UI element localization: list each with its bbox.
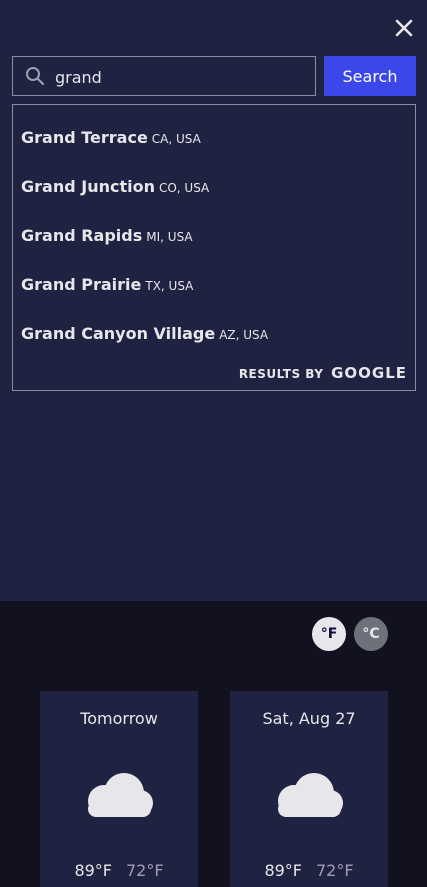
result-region: CA, USA xyxy=(151,132,201,146)
high-temp: 89°F xyxy=(74,861,112,880)
search-box xyxy=(12,56,316,96)
result-city: Grand Terrace xyxy=(21,128,148,147)
search-result-item[interactable]: Grand Prairie TX, USA xyxy=(21,272,193,298)
forecast-day: Tomorrow xyxy=(80,709,158,728)
result-region: MI, USA xyxy=(146,230,193,244)
forecast-card: Tomorrow 89°F 72°F xyxy=(40,691,198,887)
search-panel: Search Grand TerraceCA, USA Grand Juncti… xyxy=(0,0,427,601)
result-region: AZ, USA xyxy=(219,328,269,342)
forecast-temps: 89°F 72°F xyxy=(40,861,198,880)
result-city: Grand Junction xyxy=(21,177,155,196)
high-temp: 89°F xyxy=(264,861,302,880)
cloud-icon xyxy=(278,773,343,817)
search-result-item[interactable]: Grand Rapids MI, USA xyxy=(21,223,193,249)
search-button[interactable]: Search xyxy=(324,56,416,96)
low-temp: 72°F xyxy=(126,861,164,880)
search-results-dropdown: Grand Terrace CA, USA Grand Junction CO, U… xyxy=(12,104,416,391)
result-city: Grand Prairie xyxy=(21,275,142,294)
search-row: Search xyxy=(12,56,416,96)
result-city: Grand Canyon Village xyxy=(21,324,216,343)
google-attribution: RESULTS BY GOOGLE xyxy=(239,363,407,382)
search-input[interactable] xyxy=(53,63,307,91)
search-icon xyxy=(26,67,45,86)
search-result-item[interactable]: Grand Canyon Village AZ, USA xyxy=(21,321,268,347)
result-region: CO, USA xyxy=(158,181,210,195)
celsius-toggle[interactable]: °C xyxy=(354,617,388,651)
attribution-brand: GOOGLE xyxy=(331,364,407,382)
close-icon[interactable] xyxy=(392,16,416,40)
result-region: TX, USA xyxy=(145,279,194,293)
forecast-day: Sat, Aug 27 xyxy=(262,709,356,728)
fahrenheit-toggle[interactable]: °F xyxy=(312,617,346,651)
cloud-icon xyxy=(88,773,153,817)
attribution-prefix: RESULTS BY xyxy=(238,367,324,381)
low-temp: 72°F xyxy=(316,861,354,880)
result-city: Grand Rapids xyxy=(21,226,143,245)
forecast-temps: 89°F 72°F xyxy=(230,861,388,880)
forecast-card: Sat, Aug 27 89°F 72°F xyxy=(230,691,388,887)
search-result-item[interactable]: Grand Terrace CA, USA xyxy=(21,125,201,151)
search-result-item[interactable]: Grand Junction CO, USA xyxy=(21,174,209,200)
